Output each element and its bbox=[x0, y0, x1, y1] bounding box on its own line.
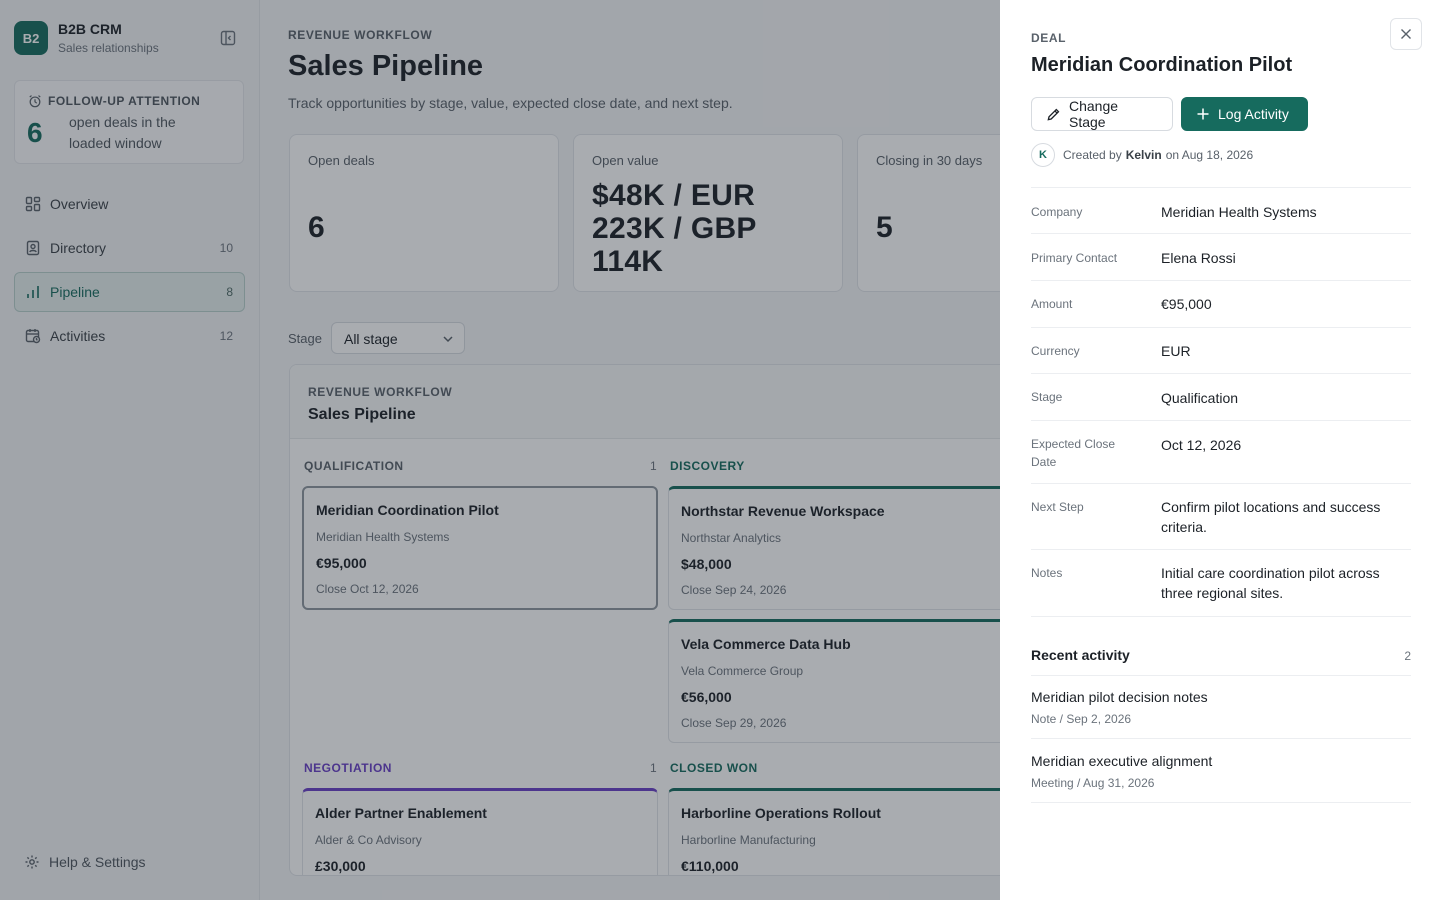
detail-value: Initial care coordination pilot across t… bbox=[1161, 565, 1380, 601]
detail-value: Elena Rossi bbox=[1161, 250, 1236, 266]
detail-row-stage: Stage Qualification bbox=[1031, 373, 1411, 420]
detail-row-next-step: Next Step Confirm pilot locations and su… bbox=[1031, 483, 1411, 550]
recent-activity-title: Recent activity bbox=[1031, 647, 1130, 663]
detail-label: Currency bbox=[1031, 344, 1080, 358]
activity-meta: Meeting / Aug 31, 2026 bbox=[1031, 776, 1155, 790]
modal-backdrop[interactable] bbox=[0, 0, 1000, 900]
activity-title: Meridian pilot decision notes bbox=[1031, 689, 1208, 705]
activity-title: Meridian executive alignment bbox=[1031, 753, 1213, 769]
detail-row-notes: Notes Initial care coordination pilot ac… bbox=[1031, 549, 1411, 617]
created-by: K Created by Kelvin on Aug 18, 2026 bbox=[1031, 143, 1253, 167]
detail-row-expected-close-date: Expected Close Date Oct 12, 2026 bbox=[1031, 420, 1411, 484]
log-activity-button[interactable]: Log Activity bbox=[1181, 97, 1308, 131]
created-prefix: Created by bbox=[1063, 148, 1122, 162]
creator-name: Kelvin bbox=[1125, 148, 1162, 162]
detail-label: Amount bbox=[1031, 297, 1073, 311]
activity-meta: Note / Sep 2, 2026 bbox=[1031, 712, 1132, 726]
deal-detail-drawer: DEAL Meridian Coordination Pilot Change … bbox=[1000, 0, 1440, 900]
detail-value: Oct 12, 2026 bbox=[1161, 437, 1242, 453]
detail-value: €95,000 bbox=[1161, 296, 1212, 312]
detail-row-primary-contact: Primary Contact Elena Rossi bbox=[1031, 233, 1411, 280]
plus-icon bbox=[1196, 107, 1218, 121]
avatar: K bbox=[1031, 143, 1055, 167]
detail-label: Notes bbox=[1031, 566, 1063, 580]
divider bbox=[1031, 738, 1411, 739]
pencil-icon bbox=[1046, 107, 1069, 122]
drawer-title: Meridian Coordination Pilot bbox=[1031, 54, 1293, 76]
detail-row-company: Company Meridian Health Systems bbox=[1031, 187, 1411, 234]
close-button[interactable] bbox=[1390, 18, 1422, 50]
detail-label: Expected Close Date bbox=[1031, 437, 1116, 469]
detail-value: Confirm pilot locations and success crit… bbox=[1161, 499, 1381, 535]
detail-value: Meridian Health Systems bbox=[1161, 204, 1317, 220]
recent-activity-count: 2 bbox=[1404, 649, 1411, 663]
detail-label: Primary Contact bbox=[1031, 251, 1118, 265]
divider bbox=[1031, 802, 1411, 803]
change-stage-label: Change Stage bbox=[1069, 98, 1119, 130]
detail-label: Stage bbox=[1031, 390, 1063, 404]
detail-label: Next Step bbox=[1031, 500, 1084, 514]
detail-value: Qualification bbox=[1161, 390, 1239, 406]
detail-value: EUR bbox=[1161, 343, 1191, 359]
change-stage-button[interactable]: Change Stage bbox=[1031, 97, 1173, 131]
recent-activity-header: Recent activity 2 bbox=[1031, 647, 1411, 663]
detail-row-currency: Currency EUR bbox=[1031, 327, 1411, 374]
detail-label: Company bbox=[1031, 205, 1083, 219]
detail-row-amount: Amount €95,000 bbox=[1031, 280, 1411, 327]
created-suffix: on Aug 18, 2026 bbox=[1165, 148, 1254, 162]
drawer-eyebrow: DEAL bbox=[1031, 31, 1067, 45]
log-activity-label: Log Activity bbox=[1218, 106, 1289, 122]
close-icon bbox=[1400, 28, 1412, 40]
divider bbox=[1031, 675, 1411, 676]
